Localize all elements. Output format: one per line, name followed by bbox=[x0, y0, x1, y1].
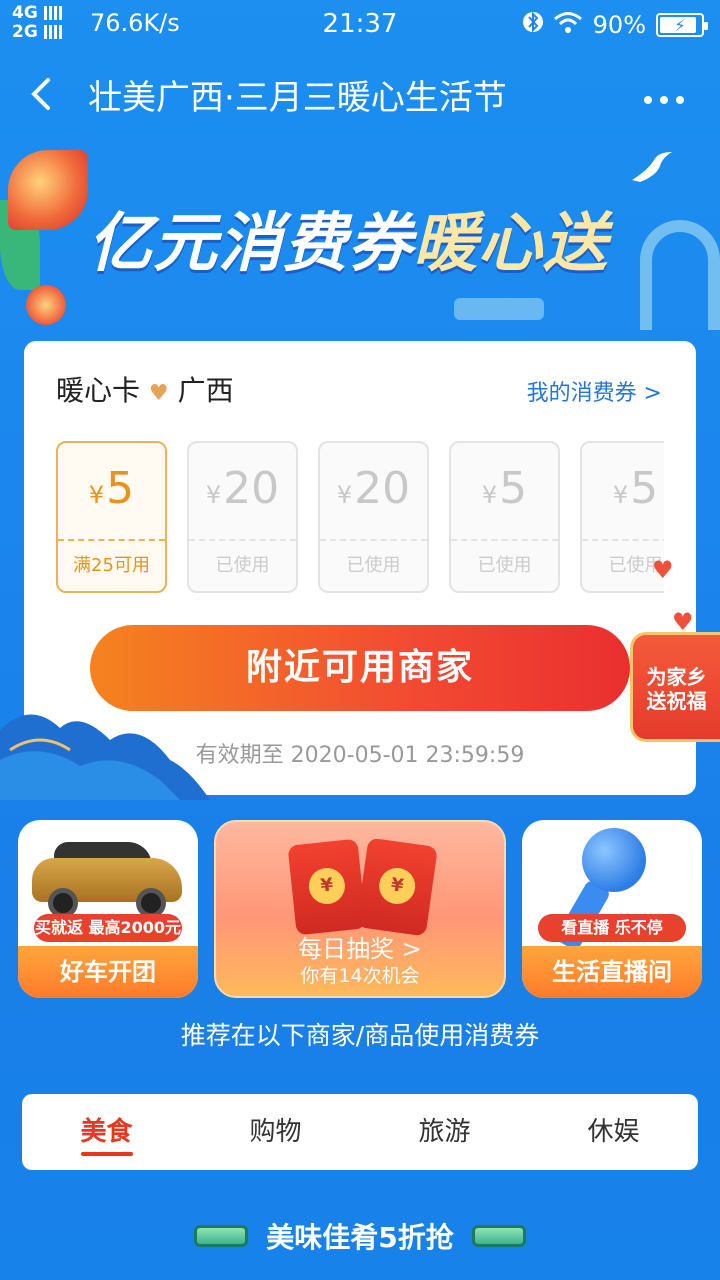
headline-part1: 亿元消费券 bbox=[88, 207, 413, 281]
flower-decoration bbox=[8, 150, 88, 230]
left-ornament-icon bbox=[194, 1225, 249, 1247]
coupon-status: 满25可用 bbox=[58, 539, 165, 593]
status-icons: 90% ⚡ bbox=[522, 9, 708, 41]
lottery-text: 每日抽奖 > 你有14次机会 bbox=[216, 934, 504, 988]
car-image bbox=[32, 838, 182, 918]
recommend-text: 推荐在以下商家/商品使用消费券 bbox=[180, 1021, 540, 1050]
hero-banner: 亿元消费券暖心送 bbox=[0, 140, 720, 340]
page-title: 壮美广西·三月三暖心生活节 bbox=[88, 78, 507, 118]
coupon-amount: 5 bbox=[630, 463, 659, 514]
currency-symbol: ¥ bbox=[612, 481, 629, 509]
category-tabs: 美食 购物 旅游 休娱 bbox=[22, 1094, 698, 1170]
badge-line2: 送祝福 bbox=[646, 689, 707, 713]
lottery-chances: 你有14次机会 bbox=[300, 965, 420, 987]
wifi-icon bbox=[553, 10, 583, 40]
heart-icon: ♥ bbox=[652, 556, 674, 584]
coupon-status: 已使用 bbox=[320, 539, 427, 593]
live-tile-label: 生活直播间 bbox=[522, 946, 702, 998]
back-arrow-icon[interactable] bbox=[26, 74, 56, 122]
live-promo-tag: 看直播 乐不停 bbox=[538, 914, 686, 942]
currency-symbol: ¥ bbox=[481, 481, 498, 509]
coupon-item[interactable]: ¥5 满25可用 bbox=[56, 441, 167, 593]
microphone-icon bbox=[582, 828, 646, 892]
coupon-amount: 5 bbox=[106, 463, 135, 514]
coupon-item[interactable]: ¥20 已使用 bbox=[318, 441, 429, 593]
lottery-title: 每日抽奖 > bbox=[298, 935, 422, 963]
tab-food[interactable]: 美食 bbox=[22, 1094, 191, 1170]
badge-line1: 为家乡 bbox=[646, 665, 707, 689]
section-header: 美味佳肴5折抢 bbox=[0, 1216, 720, 1256]
headline-part2: 暖心送 bbox=[413, 207, 608, 281]
tab-shopping[interactable]: 购物 bbox=[191, 1094, 360, 1170]
live-stream-tile[interactable]: 看直播 乐不停 生活直播间 bbox=[522, 820, 702, 998]
battery-icon: ⚡ bbox=[656, 13, 708, 37]
coupon-status: 已使用 bbox=[189, 539, 296, 593]
right-ornament-icon bbox=[471, 1225, 526, 1247]
coupon-item[interactable]: ¥20 已使用 bbox=[187, 441, 298, 593]
banner-headline: 亿元消费券暖心送 bbox=[88, 192, 608, 284]
card-title: 暖心卡 ♥ 广西 bbox=[56, 369, 234, 409]
card-title-right: 广西 bbox=[177, 374, 234, 407]
heart-icon: ♥ bbox=[148, 381, 169, 406]
coupon-list: ¥5 满25可用 ¥20 已使用 ¥20 已使用 ¥5 已使用 ¥5 已使用 bbox=[56, 441, 664, 595]
red-envelope-icon: ¥ bbox=[287, 838, 367, 936]
coupon-amount: 20 bbox=[223, 463, 280, 514]
car-group-buy-tile[interactable]: 买就返 最高2000元 好车开团 bbox=[18, 820, 198, 998]
battery-percent: 90% bbox=[592, 11, 646, 39]
section-title: 美味佳肴5折抢 bbox=[266, 1221, 454, 1254]
coupon-status: 已使用 bbox=[451, 539, 558, 593]
coupon-item[interactable]: ¥5 已使用 bbox=[449, 441, 560, 593]
swallow-icon bbox=[628, 150, 676, 200]
coupon-amount: 20 bbox=[354, 463, 411, 514]
currency-symbol: ¥ bbox=[336, 481, 353, 509]
car-promo-tag: 买就返 最高2000元 bbox=[34, 914, 182, 942]
mountain-decoration bbox=[0, 714, 210, 800]
more-options-icon[interactable] bbox=[642, 70, 686, 116]
status-bar: 4G 2G 76.6K/s 21:37 90% ⚡ bbox=[0, 0, 720, 48]
arch-decoration bbox=[640, 220, 720, 330]
send-blessing-badge[interactable]: 为家乡 送祝福 bbox=[630, 632, 720, 742]
tab-travel[interactable]: 旅游 bbox=[360, 1094, 529, 1170]
card-title-left: 暖心卡 bbox=[56, 374, 141, 407]
red-envelope-icon: ¥ bbox=[356, 837, 438, 937]
coupon-amount: 5 bbox=[499, 463, 528, 514]
car-tile-label: 好车开团 bbox=[18, 946, 198, 998]
currency-symbol: ¥ bbox=[88, 481, 105, 509]
currency-symbol: ¥ bbox=[205, 481, 222, 509]
flower-decoration bbox=[26, 285, 66, 325]
bluetooth-icon bbox=[522, 9, 543, 41]
my-coupons-link[interactable]: 我的消费券 > bbox=[527, 375, 662, 407]
daily-lottery-tile[interactable]: ¥ ¥ 每日抽奖 > 你有14次机会 bbox=[214, 820, 506, 998]
boat-decoration bbox=[454, 298, 544, 320]
nav-bar: 壮美广西·三月三暖心生活节 bbox=[0, 56, 720, 140]
tab-leisure[interactable]: 休娱 bbox=[529, 1094, 698, 1170]
